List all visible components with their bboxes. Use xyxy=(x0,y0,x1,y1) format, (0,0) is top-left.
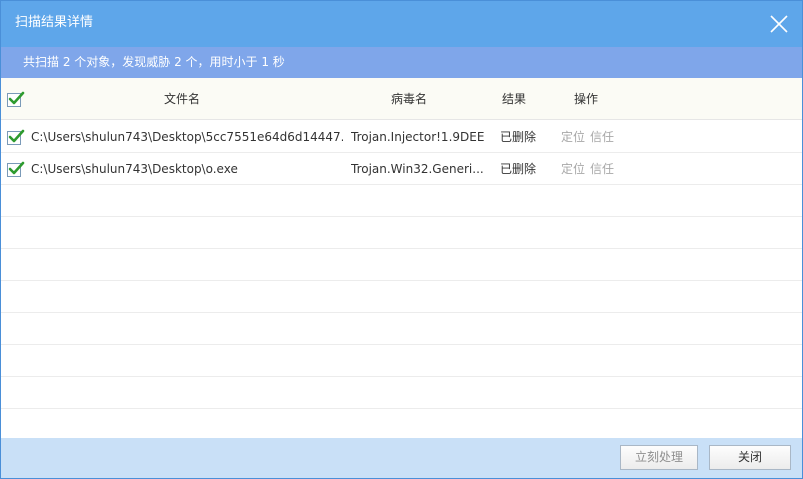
scan-result: 已删除 xyxy=(500,130,537,144)
empty-row xyxy=(1,281,802,313)
empty-row xyxy=(1,313,802,345)
table-header: 文件名 病毒名 结果 操作 xyxy=(1,78,802,120)
row-checkbox[interactable] xyxy=(7,161,25,177)
checkmark-icon xyxy=(8,129,25,143)
checkmark-icon xyxy=(8,161,25,175)
column-header-result[interactable]: 结果 xyxy=(502,90,526,108)
empty-row xyxy=(1,409,802,439)
trust-link[interactable]: 信任 xyxy=(590,161,614,177)
file-path: C:\Users\shulun743\Desktop\o.exe xyxy=(31,162,238,176)
table-row[interactable]: C:\Users\shulun743\Desktop\o.exe Trojan.… xyxy=(1,153,802,185)
select-all-checkbox[interactable] xyxy=(7,91,25,107)
column-header-action: 操作 xyxy=(574,92,599,106)
file-path: C:\Users\shulun743\Desktop\5cc7551e64d6d… xyxy=(31,130,343,144)
dialog-footer: 立刻处理 关闭 xyxy=(1,438,802,478)
empty-row xyxy=(1,249,802,281)
empty-row xyxy=(1,217,802,249)
column-header-virus[interactable]: 病毒名 xyxy=(391,90,427,108)
locate-link[interactable]: 定位 xyxy=(561,161,585,177)
process-now-button[interactable]: 立刻处理 xyxy=(620,445,698,470)
scan-result: 已删除 xyxy=(500,162,537,176)
locate-link[interactable]: 定位 xyxy=(561,129,585,145)
close-icon[interactable] xyxy=(768,13,790,35)
title-bar[interactable]: 扫描结果详情 xyxy=(1,1,802,47)
checkmark-icon xyxy=(8,91,25,105)
empty-row xyxy=(1,345,802,377)
trust-link[interactable]: 信任 xyxy=(590,129,614,145)
row-checkbox[interactable] xyxy=(7,129,25,145)
virus-name: Trojan.Win32.Generi... xyxy=(351,162,484,176)
dialog-title: 扫描结果详情 xyxy=(15,15,94,30)
scan-result-dialog: 扫描结果详情 共扫描 2 个对象，发现威胁 2 个，用时小于 1 秒 文件名 病… xyxy=(0,0,803,479)
empty-row xyxy=(1,185,802,217)
scan-summary-text: 共扫描 2 个对象，发现威胁 2 个，用时小于 1 秒 xyxy=(23,55,285,69)
scan-summary-banner: 共扫描 2 个对象，发现威胁 2 个，用时小于 1 秒 xyxy=(1,47,802,78)
table-row[interactable]: C:\Users\shulun743\Desktop\5cc7551e64d6d… xyxy=(1,121,802,153)
virus-name: Trojan.Injector!1.9DEE xyxy=(351,130,485,144)
close-button[interactable]: 关闭 xyxy=(709,445,791,470)
column-header-file[interactable]: 文件名 xyxy=(164,90,200,108)
empty-row xyxy=(1,377,802,409)
